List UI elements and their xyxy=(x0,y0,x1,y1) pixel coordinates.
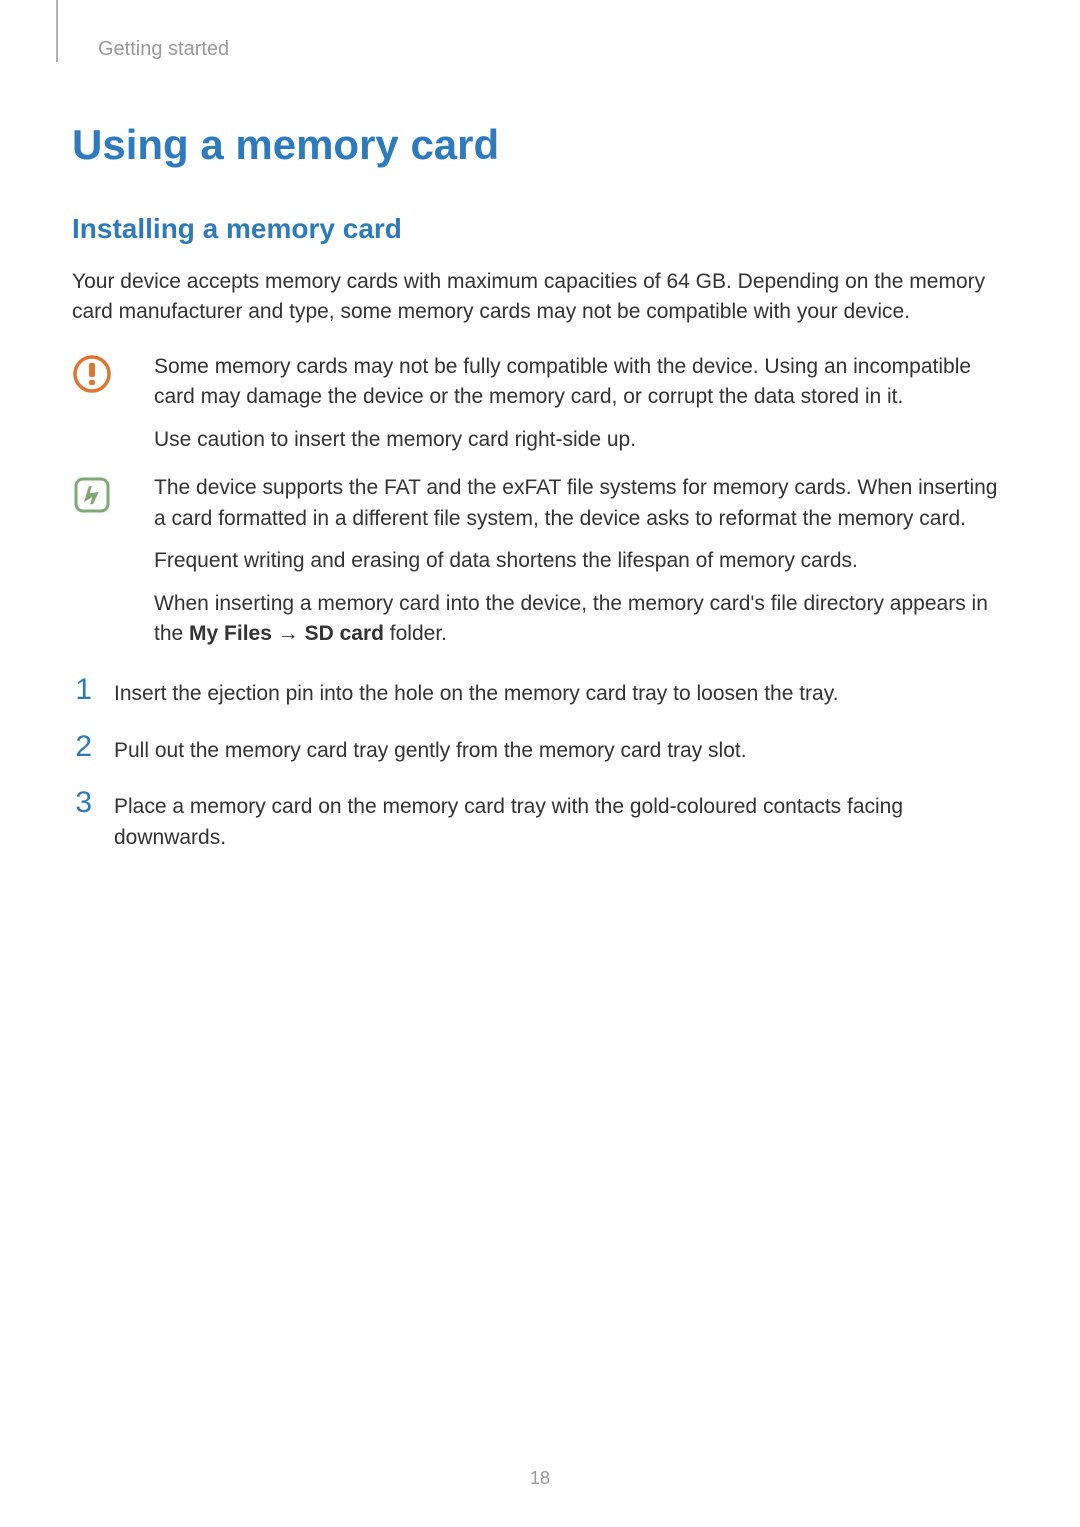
step-item: 2 Pull out the memory card tray gently f… xyxy=(72,732,1008,766)
page-number: 18 xyxy=(0,1468,1080,1489)
note-item: The device supports the FAT and the exFA… xyxy=(154,473,1008,534)
step-text: Insert the ejection pin into the hole on… xyxy=(114,675,1008,709)
note-item: When inserting a memory card into the de… xyxy=(154,589,1008,650)
step-item: 3 Place a memory card on the memory card… xyxy=(72,788,1008,853)
breadcrumb: Getting started xyxy=(98,38,1008,61)
warning-icon xyxy=(72,352,112,455)
page-title: Using a memory card xyxy=(72,121,1008,169)
step-item: 1 Insert the ejection pin into the hole … xyxy=(72,675,1008,709)
warning-item: Use caution to insert the memory card ri… xyxy=(154,425,1008,455)
step-text: Place a memory card on the memory card t… xyxy=(114,788,1008,853)
arrow-separator: → xyxy=(272,622,305,645)
step-number: 2 xyxy=(72,732,92,762)
step-number: 1 xyxy=(72,675,92,705)
section-title: Installing a memory card xyxy=(72,213,1008,245)
step-text: Pull out the memory card tray gently fro… xyxy=(114,732,1008,766)
side-rule xyxy=(56,0,58,62)
note-icon xyxy=(72,473,112,649)
steps-list: 1 Insert the ejection pin into the hole … xyxy=(72,675,1008,853)
page: Getting started Using a memory card Inst… xyxy=(0,0,1080,1527)
intro-paragraph: Your device accepts memory cards with ma… xyxy=(72,267,1008,328)
note-callout: The device supports the FAT and the exFA… xyxy=(72,473,1008,649)
note-text: folder. xyxy=(384,622,447,645)
note-body: The device supports the FAT and the exFA… xyxy=(154,473,1008,649)
note-item: Frequent writing and erasing of data sho… xyxy=(154,546,1008,576)
ui-path-bold: My Files xyxy=(189,622,272,645)
warning-body: Some memory cards may not be fully compa… xyxy=(154,352,1008,455)
ui-path-bold: SD card xyxy=(305,622,384,645)
warning-item: Some memory cards may not be fully compa… xyxy=(154,352,1008,413)
warning-callout: Some memory cards may not be fully compa… xyxy=(72,352,1008,455)
step-number: 3 xyxy=(72,788,92,818)
